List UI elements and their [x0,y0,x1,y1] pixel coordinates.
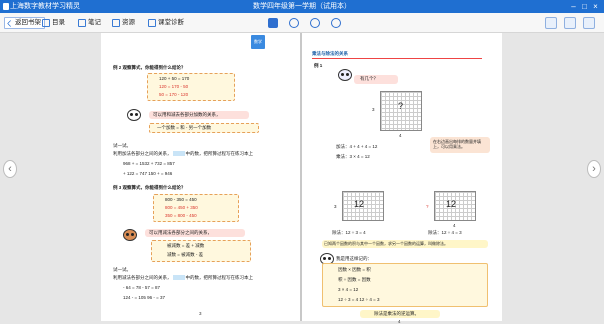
definition-text: 已知两个因数的积与其中一个因数，求另一个因数的运算，叫做除法。 [324,241,448,246]
resources-button[interactable]: 资源 [112,17,135,29]
ex3-formula-2: 减数 = 被减数 - 差 [167,252,204,257]
image-icon[interactable] [564,17,576,29]
catalog-label: 目录 [52,19,65,26]
pen-icon[interactable] [545,17,557,29]
footer-note: 除法是乘法的逆运算。 [374,311,419,316]
page-number-right: 4 [398,319,401,324]
grid-3-bottom-label: 4 [453,223,456,228]
ex3-line-1: 800 - 350 = 450 [165,197,197,202]
grid-2-value: 12 [354,199,365,209]
try-2-desc: 利用减法各部分之间的关系， 中的数，把所算过程写在练习本上 [113,275,253,281]
relation-4: 12 ÷ 3 = 4 12 ÷ 4 = 3 [338,297,380,302]
grid-view-icon[interactable] [268,18,278,28]
ex2-line-2: 120 = 170 - 50 [159,84,189,89]
notes-label: 笔记 [88,19,101,26]
try-1-desc: 利用加法各部分之间的关系， 中的数，把所算过程写在练习本上 [113,151,253,157]
class-diagnosis-button[interactable]: 课堂诊断 [148,17,184,29]
previous-page-button[interactable]: ‹ [3,160,17,178]
book-title: 数学四年级第一学期（试用本） [253,3,351,10]
back-label: 返回书架 [15,19,41,26]
eye-icon[interactable] [289,18,299,28]
example-1-title: 例 1 [314,63,323,68]
zoom-in-icon[interactable] [310,18,320,28]
try-1-row-2: + 122 = 747 150 + = 946 [123,171,173,176]
grid-1-question: ? [398,101,404,111]
maximize-button[interactable]: □ [580,2,589,11]
relation-2: 积 ÷ 因数 = 因数 [338,277,371,282]
title-bar: 上海数字教材学习精灵 数学四年级第一学期（试用本） – □ × [0,0,604,13]
try-1-row-1: 968 + = 1532 + 732 = 857 [123,161,175,166]
class-diagnosis-label: 课堂诊断 [158,19,184,26]
relation-1: 因数 × 因数 = 积 [338,267,371,272]
teacher-mascot [123,229,137,241]
ex2-formula: 一个加数 = 和 - 另一个加数 [157,125,212,130]
example-2-title: 例 2 观察算式，你能得到什么结论？ [113,65,186,70]
middle-bubble-text: 在右边画出每排的数量并填上，可以用乘法。 [433,139,481,149]
minimize-button[interactable]: – [569,2,578,11]
ex2-bubble-text: 可以用和减去各部分加数的关系， [153,112,221,117]
right-page: 乘法与除法的关系 例 1 有几个？ ? 3 4 加法：4 + 4 + 4 = 1… [302,33,502,324]
notes-button[interactable]: 笔记 [78,17,101,29]
try-2-row-2: 124 - = 105 96 - = 37 [123,295,166,300]
ex2-line-1: 120 + 50 = 170 [159,76,190,81]
left-page: 数学 例 2 观察算式，你能得到什么结论？ 120 + 50 = 170 120… [101,33,301,321]
page-number-left: 3 [199,311,202,316]
link-icon[interactable] [583,17,595,29]
back-to-shelf-button[interactable]: 返回书架 [4,17,45,29]
toolbar: 返回书架 目录 笔记 资源 课堂诊断 [0,13,604,33]
grid-1-left-label: 3 [372,107,375,112]
grid-3-value: 12 [446,199,457,209]
grid-figure-1 [380,91,422,131]
tip-text: 我是用这样记的： [336,256,372,261]
diagnosis-icon [148,19,156,27]
ex3-bubble-text: 可以用减法各部分之间的关系， [149,230,212,235]
heading-underline [312,58,482,59]
try-2-title: 试一试。 [113,267,131,272]
grid-3-question: ? [426,204,429,209]
question-bubble-text: 有几个？ [360,76,378,81]
back-arrow-icon [6,19,15,27]
try-1-title: 试一试。 [113,143,131,148]
ex2-line-3: 50 = 170 - 120 [159,92,189,97]
catalog-icon [42,19,50,27]
addition-equation: 加法：4 + 4 + 4 = 12 [336,144,378,149]
example-3-title: 例 3 观察算式，你能得到什么结论？ [113,185,186,190]
catalog-button[interactable]: 目录 [42,17,65,29]
notes-icon [78,19,86,27]
zoom-out-icon[interactable] [331,18,341,28]
grid-2-left-label: 3 [334,204,337,209]
child-mascot [338,69,352,81]
try-2-row-1: - 64 = 78 - 57 = 87 [123,285,161,290]
division-equation-1: 除法：12 ÷ 3 = 4 [332,230,366,235]
ex3-formula-1: 被减数 = 差 + 减数 [167,243,205,248]
panda-mascot [127,109,141,121]
ex3-line-3: 350 = 800 - 450 [165,213,197,218]
ex3-line-2: 800 = 450 + 350 [165,205,198,210]
section-heading: 乘法与除法的关系 [312,51,348,56]
relation-3: 3 × 4 = 12 [338,287,359,292]
grid-1-bottom-label: 4 [399,133,402,138]
next-page-button[interactable]: › [587,160,601,178]
page-tab-icon[interactable]: 数学 [251,35,265,49]
close-button[interactable]: × [591,2,600,11]
resources-label: 资源 [122,19,135,26]
resources-icon [112,19,120,27]
multiplication-equation: 乘法：3 × 4 = 12 [336,154,370,159]
division-equation-2: 除法：12 ÷ 4 = 3 [428,230,462,235]
